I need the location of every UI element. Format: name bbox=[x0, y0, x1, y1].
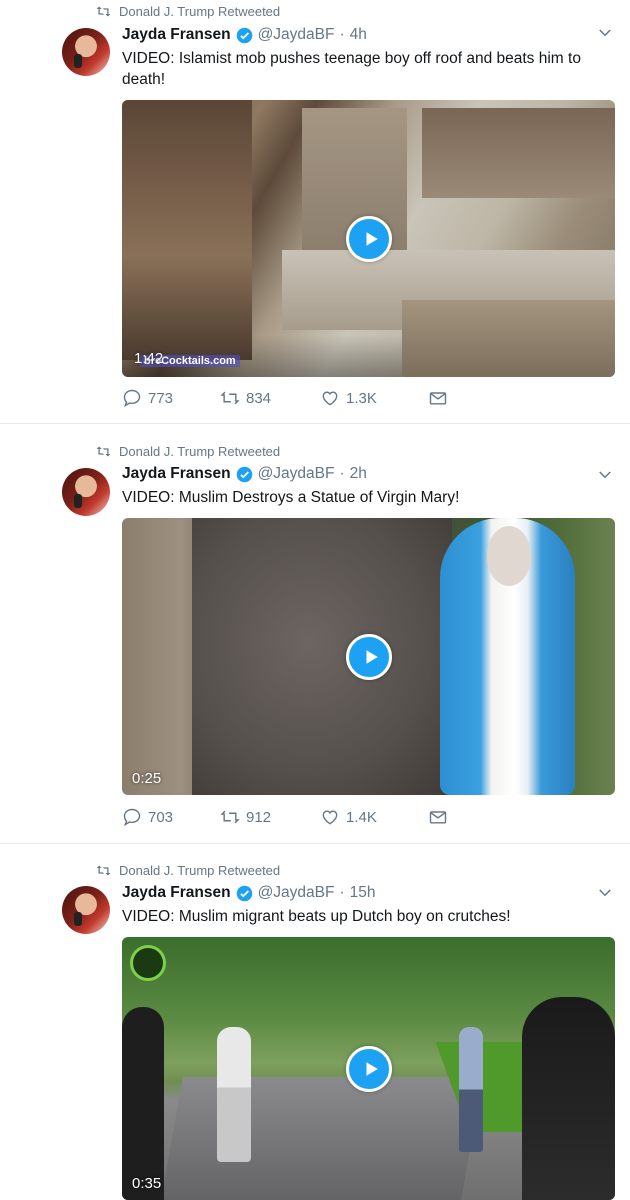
video-frame-building bbox=[122, 100, 252, 360]
display-name[interactable]: Jayda Fransen bbox=[122, 884, 231, 902]
tweet-header: Jayda Fransen @JaydaBF · 4h bbox=[122, 26, 610, 44]
video-duration: 1:42 bbox=[134, 350, 164, 367]
video-frame-person-right bbox=[522, 997, 615, 1200]
tweet-header: Jayda Fransen @JaydaBF · 15h bbox=[122, 884, 610, 902]
retweet-button[interactable]: 834 bbox=[220, 388, 320, 408]
video-frame-statue-head bbox=[487, 526, 531, 586]
heart-icon bbox=[322, 391, 338, 406]
retweet-context: Donald J. Trump Retweeted bbox=[96, 444, 280, 459]
play-icon bbox=[366, 1061, 378, 1076]
avatar-detail bbox=[74, 54, 82, 68]
video-frame-person bbox=[192, 518, 452, 795]
chevron-down-icon[interactable] bbox=[596, 884, 614, 902]
user-handle[interactable]: @JaydaBF bbox=[258, 26, 335, 44]
tweet-card[interactable]: Donald J. Trump Retweeted Jayda Fransen … bbox=[0, 844, 630, 1200]
retweet-count: 834 bbox=[246, 389, 272, 407]
play-button[interactable] bbox=[345, 215, 392, 262]
tweet-card[interactable]: Donald J. Trump Retweeted Jayda Fransen … bbox=[0, 0, 630, 424]
direct-message-button[interactable] bbox=[428, 388, 448, 408]
retweet-context-label: Donald J. Trump Retweeted bbox=[119, 4, 281, 19]
video-frame-person-middle bbox=[217, 1027, 251, 1162]
separator-dot: · bbox=[339, 884, 345, 901]
tweet-header: Jayda Fransen @JaydaBF · 2h bbox=[122, 465, 610, 483]
reply-count: 703 bbox=[148, 808, 174, 826]
verified-badge-icon bbox=[236, 466, 253, 483]
reply-button[interactable]: 773 bbox=[122, 388, 220, 408]
chevron-down-icon[interactable] bbox=[596, 24, 614, 42]
like-button[interactable]: 1.3K bbox=[320, 388, 428, 408]
retweet-context: Donald J. Trump Retweeted bbox=[96, 4, 280, 19]
reply-icon bbox=[123, 808, 141, 827]
verified-badge-icon bbox=[236, 885, 253, 902]
tweet-timestamp[interactable]: 2h bbox=[350, 465, 367, 483]
direct-message-icon bbox=[429, 392, 447, 405]
heart-icon bbox=[322, 810, 338, 825]
separator-dot: · bbox=[339, 465, 345, 482]
display-name[interactable]: Jayda Fransen bbox=[122, 26, 231, 44]
tweet-text: VIDEO: Islamist mob pushes teenage boy o… bbox=[122, 50, 581, 88]
tweet-actions: 703 912 1.4K bbox=[122, 807, 448, 827]
user-handle[interactable]: @JaydaBF bbox=[258, 884, 335, 902]
video-duration: 0:25 bbox=[132, 770, 162, 787]
video-frame-path bbox=[161, 1077, 483, 1200]
avatar[interactable] bbox=[62, 468, 110, 516]
like-button[interactable]: 1.4K bbox=[320, 807, 428, 827]
video-frame-boy bbox=[459, 1027, 483, 1152]
retweet-icon bbox=[96, 865, 111, 876]
retweet-count: 912 bbox=[246, 808, 272, 826]
reply-button[interactable]: 703 bbox=[122, 807, 220, 827]
retweet-icon bbox=[220, 391, 240, 405]
separator-dot: · bbox=[339, 26, 345, 43]
retweet-icon bbox=[96, 446, 111, 457]
tweet-text: VIDEO: Muslim migrant beats up Dutch boy… bbox=[122, 908, 511, 925]
video-duration: 0:35 bbox=[132, 1175, 162, 1192]
retweet-icon bbox=[96, 6, 111, 17]
video-player[interactable]: 0:25 bbox=[122, 518, 615, 795]
retweet-context-label: Donald J. Trump Retweeted bbox=[119, 863, 281, 878]
channel-logo-icon bbox=[130, 945, 166, 981]
like-count: 1.4K bbox=[346, 808, 377, 826]
video-player[interactable]: 0:35 bbox=[122, 937, 615, 1200]
like-count: 1.3K bbox=[346, 389, 377, 407]
retweet-context-label: Donald J. Trump Retweeted bbox=[119, 444, 281, 459]
tweet-actions: 773 834 1.3K bbox=[122, 388, 448, 408]
play-icon bbox=[366, 231, 378, 246]
retweet-button[interactable]: 912 bbox=[220, 807, 320, 827]
play-button[interactable] bbox=[345, 633, 392, 680]
avatar-detail bbox=[74, 494, 82, 508]
retweet-icon bbox=[220, 810, 240, 824]
video-frame-building-back bbox=[422, 108, 615, 198]
play-icon bbox=[366, 649, 378, 664]
avatar[interactable] bbox=[62, 28, 110, 76]
avatar[interactable] bbox=[62, 886, 110, 934]
verified-badge-icon bbox=[236, 27, 253, 44]
video-frame-wall bbox=[402, 300, 615, 377]
tweet-timestamp[interactable]: 15h bbox=[350, 884, 376, 902]
tweet-timestamp[interactable]: 4h bbox=[350, 26, 367, 44]
reply-count: 773 bbox=[148, 389, 174, 407]
user-handle[interactable]: @JaydaBF bbox=[258, 465, 335, 483]
display-name[interactable]: Jayda Fransen bbox=[122, 465, 231, 483]
retweet-context: Donald J. Trump Retweeted bbox=[96, 863, 280, 878]
tweet-card[interactable]: Donald J. Trump Retweeted Jayda Fransen … bbox=[0, 424, 630, 844]
video-player[interactable]: breCocktails.com 1:42 bbox=[122, 100, 615, 377]
chevron-down-icon[interactable] bbox=[596, 466, 614, 484]
avatar-detail bbox=[74, 912, 82, 926]
video-frame-person-left bbox=[122, 1007, 164, 1200]
reply-icon bbox=[123, 389, 141, 408]
tweet-text: VIDEO: Muslim Destroys a Statue of Virgi… bbox=[122, 489, 460, 506]
direct-message-button[interactable] bbox=[428, 807, 448, 827]
direct-message-icon bbox=[429, 811, 447, 824]
play-button[interactable] bbox=[345, 1045, 392, 1092]
